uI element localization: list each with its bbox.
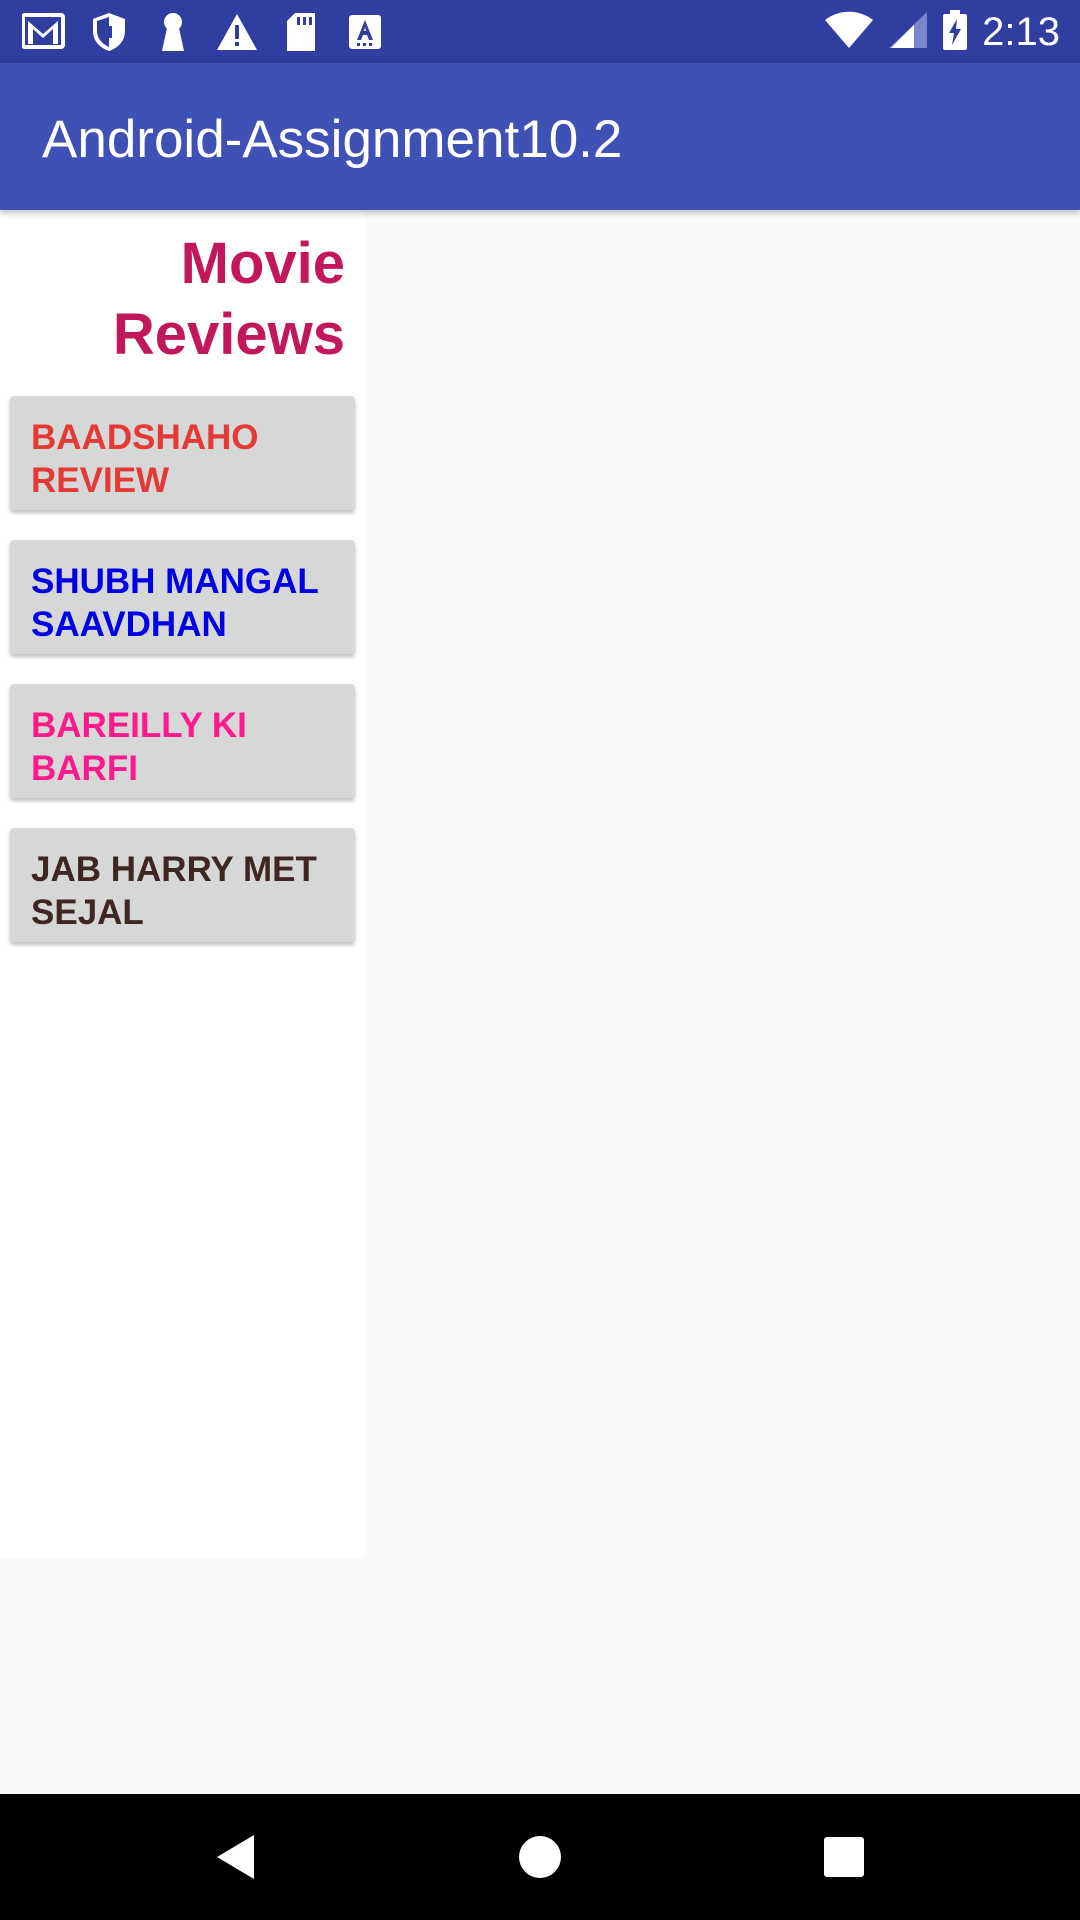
navigation-bar [0, 1794, 1080, 1920]
home-button[interactable] [507, 1824, 573, 1890]
back-icon [217, 1835, 254, 1879]
notification-icons [22, 12, 388, 52]
system-status: 2:13 [824, 8, 1060, 56]
warning-icon [214, 12, 260, 52]
wifi-icon [824, 11, 874, 54]
app-title: Android-Assignment10.2 [42, 110, 623, 169]
movie-button-label: JAB HARRY MET SEJAL [31, 850, 317, 932]
movie-button-baadshaho[interactable]: BAADSHAHO REVIEW [10, 396, 355, 510]
gmail-icon [22, 12, 68, 52]
movie-list-panel: Movie Reviews BAADSHAHO REVIEW SHUBH MAN… [0, 210, 365, 1558]
back-button[interactable] [203, 1824, 269, 1890]
signal-icon [888, 11, 928, 54]
movie-button-label: BAADSHAHO REVIEW [31, 418, 259, 500]
battery-charging-icon [942, 9, 968, 55]
keyhole-icon [150, 12, 196, 52]
movie-button-label: SHUBH MANGAL SAAVDHAN [31, 562, 319, 644]
movie-button-label: BAREILLY KI BARFI [31, 706, 247, 788]
font-a-icon [342, 12, 388, 52]
movie-button-jab-harry-met-sejal[interactable]: JAB HARRY MET SEJAL [10, 828, 355, 942]
movie-button-shubh-mangal-saavdhan[interactable]: SHUBH MANGAL SAAVDHAN [10, 540, 355, 654]
status-time: 2:13 [982, 9, 1060, 54]
home-icon [519, 1836, 561, 1878]
sd-card-icon [278, 12, 324, 52]
shield-icon [86, 12, 132, 52]
recents-icon [824, 1837, 864, 1877]
app-bar: Android-Assignment10.2 [0, 63, 1080, 210]
recents-button[interactable] [811, 1824, 877, 1890]
status-bar: 2:13 [0, 0, 1080, 63]
movie-button-bareilly-ki-barfi[interactable]: BAREILLY KI BARFI [10, 684, 355, 798]
main-content: Movie Reviews BAADSHAHO REVIEW SHUBH MAN… [0, 210, 1080, 1794]
panel-heading: Movie Reviews [112, 231, 345, 367]
